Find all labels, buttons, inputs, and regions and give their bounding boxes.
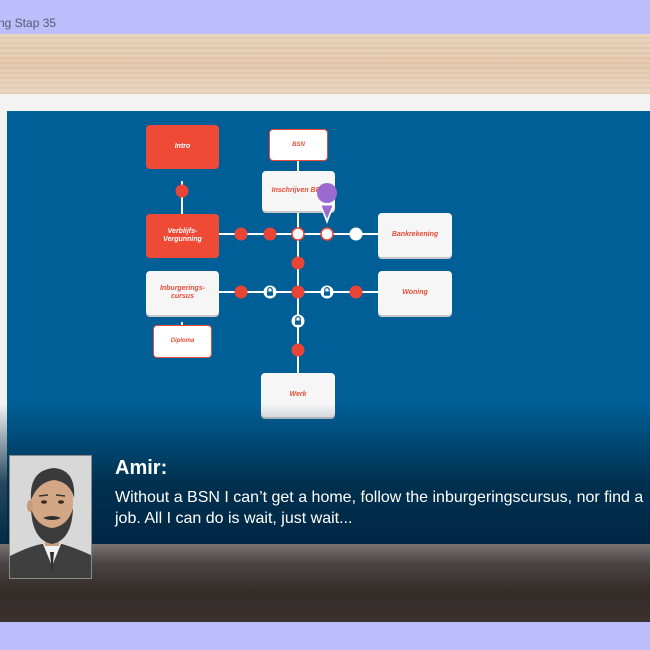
game-stage: Intro BSN Inschrijven BRP Verblijfs- Ver… xyxy=(0,94,650,622)
node-bankrekening[interactable]: Bankrekening xyxy=(378,213,452,257)
path-dot xyxy=(175,184,189,198)
path-dot xyxy=(234,227,248,241)
padlock-icon xyxy=(320,285,334,299)
path-dot xyxy=(349,227,363,241)
node-verblijfsvergunning[interactable]: Verblijfs- Vergunning xyxy=(146,214,219,258)
path-dot xyxy=(291,285,305,299)
speaker-name: Amir: xyxy=(115,457,168,479)
path-dot xyxy=(320,227,334,241)
path-dot xyxy=(291,256,305,270)
node-bsn[interactable]: BSN xyxy=(269,129,328,161)
speaker-portrait xyxy=(9,455,92,579)
path-dot xyxy=(234,285,248,299)
path-dot xyxy=(263,227,277,241)
path-dot xyxy=(349,285,363,299)
wood-panel xyxy=(0,34,650,94)
padlock-icon xyxy=(263,285,277,299)
node-woning[interactable]: Woning xyxy=(378,271,452,315)
dialogue-text[interactable]: Without a BSN I can’t get a home, follow… xyxy=(115,487,645,529)
path-dot xyxy=(291,227,305,241)
path-dot xyxy=(291,343,305,357)
node-intro[interactable]: Intro xyxy=(146,125,219,169)
node-inschrijven-brp[interactable]: Inschrijven BRP xyxy=(262,171,335,211)
node-inburgeringscursus[interactable]: Inburgerings- cursus xyxy=(146,271,219,315)
floor xyxy=(0,544,650,622)
amir-avatar-icon xyxy=(10,456,91,578)
window-title: ng Stap 35 xyxy=(0,16,57,30)
padlock-icon xyxy=(291,314,305,328)
node-diploma[interactable]: Diploma xyxy=(153,325,212,358)
